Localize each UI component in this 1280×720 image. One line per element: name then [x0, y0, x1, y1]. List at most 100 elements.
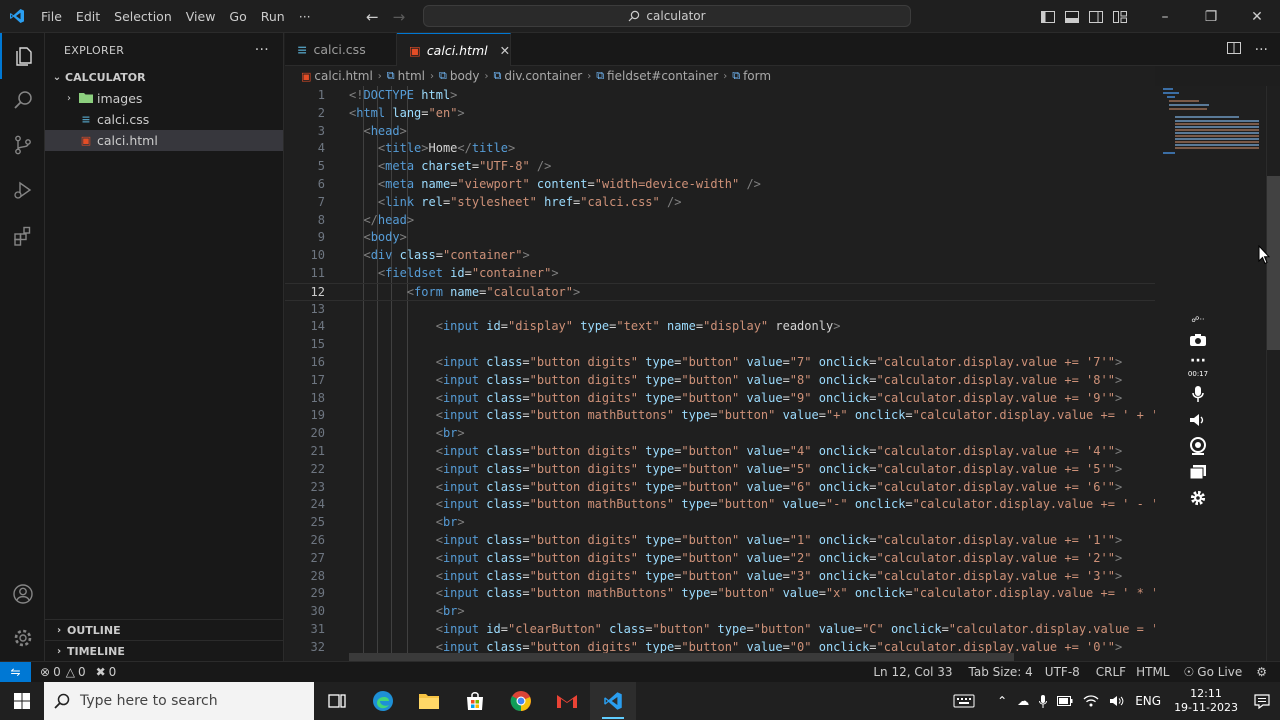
- run-debug-icon[interactable]: [0, 167, 45, 213]
- code-line[interactable]: 30 <br>: [285, 603, 1155, 621]
- code-line[interactable]: 25 <br>: [285, 514, 1155, 532]
- webcam-icon[interactable]: [1186, 434, 1210, 458]
- go-live-button[interactable]: ☉ Go Live: [1179, 665, 1248, 679]
- restore-icon[interactable]: ❐: [1188, 0, 1234, 33]
- code-line[interactable]: 18 <input class="button digits" type="bu…: [285, 390, 1155, 408]
- tab-calci-css[interactable]: ≡ calci.css: [285, 33, 397, 66]
- code-line[interactable]: 2 <html lang="en">: [285, 105, 1155, 123]
- screen-capture-icon[interactable]: [1186, 460, 1210, 484]
- code-line[interactable]: 3 <head>: [285, 123, 1155, 141]
- recorder-more-icon[interactable]: ···: [1186, 353, 1210, 369]
- breadcrumb-item[interactable]: html: [398, 69, 425, 83]
- code-line[interactable]: 13: [285, 301, 1155, 319]
- toggle-panel-icon[interactable]: [1060, 0, 1084, 33]
- toggle-secondary-sidebar-icon[interactable]: [1084, 0, 1108, 33]
- code-line[interactable]: 24 <input class="button mathButtons" typ…: [285, 496, 1155, 514]
- menu-item-view[interactable]: View: [179, 0, 223, 33]
- tab-calci-html[interactable]: ▣ calci.html ✕: [397, 33, 511, 67]
- taskbar-search-input[interactable]: Type here to search: [44, 682, 314, 720]
- edge-browser-icon[interactable]: [360, 682, 406, 720]
- gmail-icon[interactable]: [544, 682, 590, 720]
- file-encoding[interactable]: UTF-8: [1040, 665, 1085, 679]
- code-line[interactable]: 21 <input class="button digits" type="bu…: [285, 443, 1155, 461]
- remote-window-icon[interactable]: ⇋: [0, 662, 31, 682]
- search-icon[interactable]: [0, 77, 45, 123]
- code-line[interactable]: 20 <br>: [285, 425, 1155, 443]
- accounts-icon[interactable]: [0, 571, 45, 617]
- wifi-icon[interactable]: [1078, 695, 1104, 707]
- code-line[interactable]: 14 <input id="display" type="text" name=…: [285, 318, 1155, 336]
- code-line[interactable]: 27 <input class="button digits" type="bu…: [285, 550, 1155, 568]
- extensions-icon[interactable]: [0, 213, 45, 259]
- code-line[interactable]: 11 <fieldset id="container">: [285, 265, 1155, 283]
- code-line[interactable]: 10 <div class="container">: [285, 247, 1155, 265]
- code-line[interactable]: 12 <form name="calculator">: [285, 282, 1155, 301]
- code-line[interactable]: 5 <meta charset="UTF-8" />: [285, 158, 1155, 176]
- cursor-position[interactable]: Ln 12, Col 33: [868, 665, 957, 679]
- explorer-more-actions-icon[interactable]: ···: [255, 42, 269, 58]
- minimize-icon[interactable]: –: [1142, 0, 1188, 33]
- code-line[interactable]: 26 <input class="button digits" type="bu…: [285, 532, 1155, 550]
- taskbar-clock[interactable]: 12:11 19-11-2023: [1166, 687, 1246, 715]
- onedrive-icon[interactable]: ☁: [1012, 694, 1034, 708]
- menu-item-edit[interactable]: Edit: [69, 0, 107, 33]
- outline-section[interactable]: › OUTLINE: [45, 619, 284, 640]
- horizontal-scrollbar-thumb[interactable]: [349, 653, 1014, 661]
- customize-layout-icon[interactable]: [1108, 0, 1132, 33]
- tree-item-images[interactable]: › images: [45, 88, 283, 109]
- breadcrumb-item[interactable]: div.container: [504, 69, 582, 83]
- breadcrumb-item[interactable]: form: [743, 69, 771, 83]
- notification-center-icon[interactable]: [1246, 693, 1280, 709]
- notifications-bell-icon[interactable]: ⚙: [1251, 665, 1272, 679]
- tray-microphone-icon[interactable]: [1034, 694, 1052, 708]
- code-line[interactable]: 28 <input class="button digits" type="bu…: [285, 568, 1155, 586]
- chevron-up-icon[interactable]: ⌃: [992, 694, 1012, 708]
- ports-indicator[interactable]: ✖ 0: [91, 665, 122, 679]
- settings-gear-icon[interactable]: [0, 615, 45, 661]
- code-line[interactable]: 9 <body>: [285, 229, 1155, 247]
- tree-item-calci-css[interactable]: ≡ calci.css: [45, 109, 283, 130]
- code-line[interactable]: 16 <input class="button digits" type="bu…: [285, 354, 1155, 372]
- vscode-taskbar-icon[interactable]: [590, 682, 636, 720]
- code-line[interactable]: 6 <meta name="viewport" content="width=d…: [285, 176, 1155, 194]
- language-mode[interactable]: HTML: [1131, 665, 1174, 679]
- breadcrumb-item[interactable]: fieldset#container: [607, 69, 718, 83]
- timeline-section[interactable]: › TIMELINE: [45, 640, 284, 661]
- breadcrumb-item[interactable]: calci.html: [314, 69, 372, 83]
- tab-size[interactable]: Tab Size: 4: [964, 665, 1038, 679]
- split-editor-icon[interactable]: [1226, 41, 1241, 58]
- keyboard-icon[interactable]: [948, 694, 980, 708]
- menu-item-run[interactable]: Run: [254, 0, 292, 33]
- microsoft-store-icon[interactable]: [452, 682, 498, 720]
- code-line[interactable]: 1 <!DOCTYPE html>: [285, 87, 1155, 105]
- line-ending[interactable]: CRLF: [1091, 665, 1131, 679]
- microphone-icon[interactable]: [1186, 382, 1210, 406]
- code-line[interactable]: 7 <link rel="stylesheet" href="calci.css…: [285, 194, 1155, 212]
- code-line[interactable]: 15: [285, 336, 1155, 354]
- vertical-scrollbar-track[interactable]: [1266, 86, 1280, 661]
- speaker-icon[interactable]: [1186, 408, 1210, 432]
- code-line[interactable]: 17 <input class="button digits" type="bu…: [285, 372, 1155, 390]
- explorer-files-icon[interactable]: [0, 33, 45, 79]
- forward-arrow-icon[interactable]: →: [393, 8, 406, 26]
- back-arrow-icon[interactable]: ←: [366, 8, 379, 26]
- code-line[interactable]: 8 </head>: [285, 212, 1155, 230]
- code-line[interactable]: 31 <input id="clearButton" class="button…: [285, 621, 1155, 639]
- recorder-settings-gear-icon[interactable]: [1186, 486, 1210, 510]
- chrome-browser-icon[interactable]: [498, 682, 544, 720]
- code-editor[interactable]: 1 <!DOCTYPE html> 2 <html lang="en"> 3 <head…: [285, 86, 1155, 661]
- file-explorer-icon[interactable]: [406, 682, 452, 720]
- code-line[interactable]: 23 <input class="button digits" type="bu…: [285, 479, 1155, 497]
- volume-icon[interactable]: [1104, 695, 1130, 707]
- toggle-primary-sidebar-icon[interactable]: [1036, 0, 1060, 33]
- windows-start-icon[interactable]: [0, 682, 44, 720]
- camera-icon[interactable]: [1186, 328, 1210, 352]
- menu-item-file[interactable]: File: [34, 0, 69, 33]
- workspace-folder[interactable]: ⌄ CALCULATOR: [45, 67, 283, 88]
- menu-overflow-icon[interactable]: ···: [292, 0, 318, 33]
- code-line[interactable]: 4 <title>Home</title>: [285, 140, 1155, 158]
- code-line[interactable]: 29 <input class="button mathButtons" typ…: [285, 585, 1155, 603]
- input-language[interactable]: ENG: [1130, 694, 1166, 708]
- tree-item-calci-html[interactable]: ▣ calci.html: [45, 130, 283, 151]
- code-line[interactable]: 22 <input class="button digits" type="bu…: [285, 461, 1155, 479]
